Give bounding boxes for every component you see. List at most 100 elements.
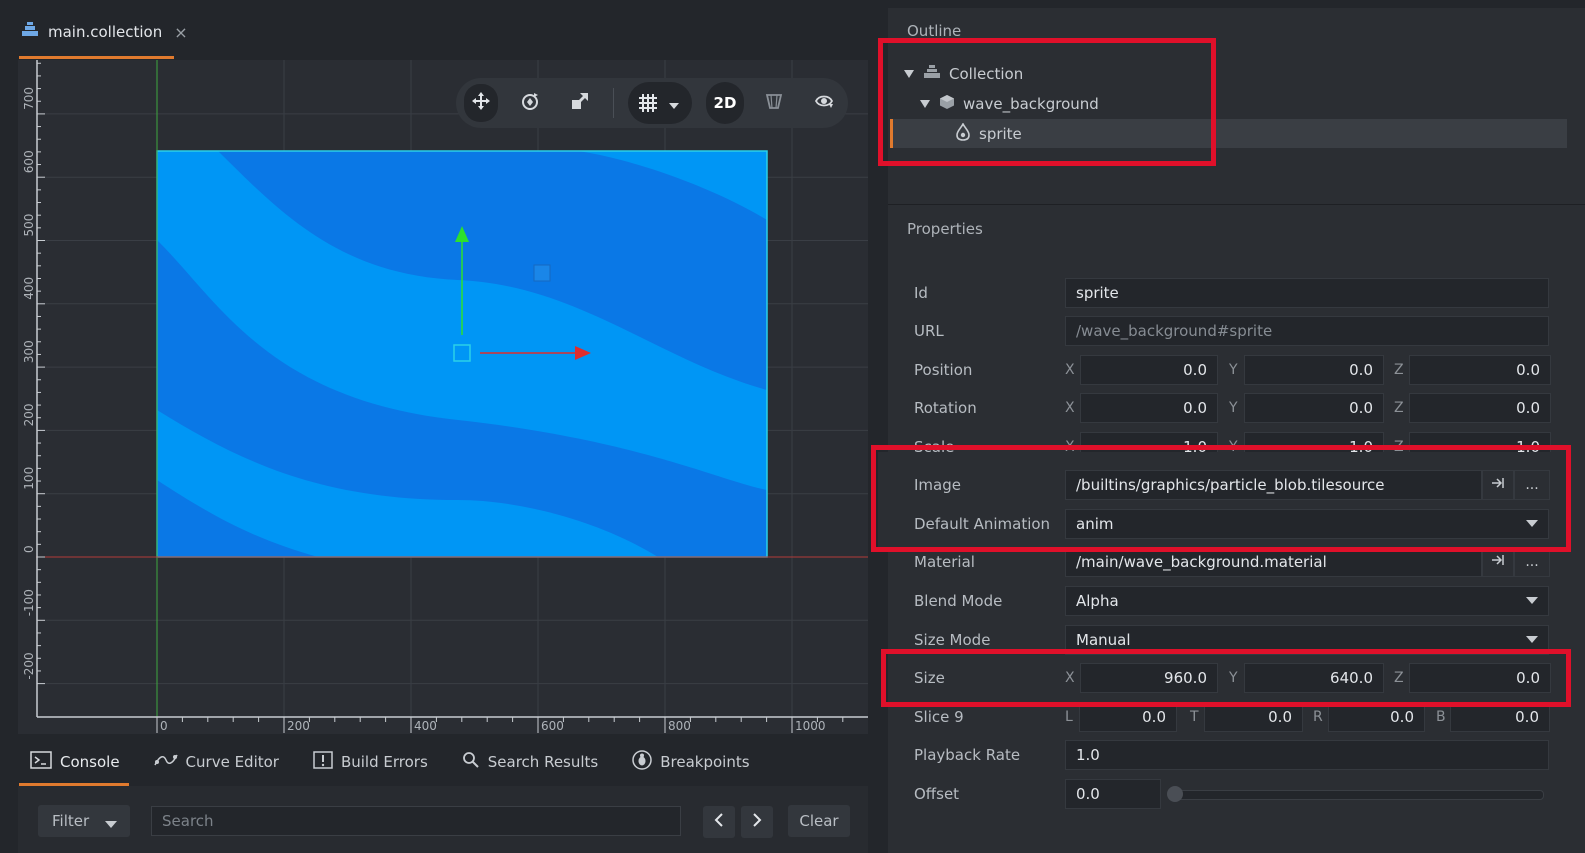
rotation-x-field[interactable]: 0.0 — [1080, 393, 1218, 423]
properties-title: Properties — [907, 220, 983, 238]
console-toolbar: Filter Clear — [18, 786, 868, 853]
rotate-tool-button[interactable] — [514, 88, 546, 118]
tab-build-errors-label: Build Errors — [340, 753, 428, 771]
console-icon — [30, 751, 52, 773]
y-tick-label: 700 — [22, 87, 36, 110]
tab-search-results[interactable]: Search Results — [462, 751, 598, 773]
close-icon[interactable]: × — [174, 23, 187, 42]
image-field[interactable]: /builtins/graphics/particle_blob.tilesou… — [1065, 470, 1482, 500]
offset-field[interactable]: 0.0 — [1065, 779, 1161, 809]
outline-item-sprite[interactable]: sprite — [955, 119, 1022, 149]
x-tick-label: 200 — [287, 719, 310, 733]
position-z-field[interactable]: 0.0 — [1409, 355, 1551, 385]
slice9-right-field[interactable]: 0.0 — [1328, 702, 1425, 732]
blend-mode-select[interactable]: Alpha — [1065, 586, 1549, 616]
camera-perspective-button[interactable] — [758, 88, 790, 118]
outline-item-collection[interactable]: Collection — [903, 59, 1023, 89]
slice9-label: Slice 9 — [914, 708, 964, 726]
outline-item-wave-background[interactable]: wave_background — [919, 89, 1099, 119]
size-mode-label: Size Mode — [914, 631, 991, 649]
open-material-button[interactable] — [1482, 547, 1514, 577]
y-tick-label: 300 — [22, 340, 36, 363]
slice9-left-field[interactable]: 0.0 — [1079, 702, 1177, 732]
move-tool-button[interactable] — [464, 84, 498, 122]
collection-icon — [923, 65, 941, 83]
offset-label: Offset — [914, 785, 960, 803]
expand-arrow-icon — [903, 65, 915, 83]
blend-mode-label: Blend Mode — [914, 592, 1003, 610]
chevron-down-icon[interactable] — [1516, 586, 1548, 616]
game-object-icon — [939, 94, 955, 114]
rotation-z-field[interactable]: 0.0 — [1409, 393, 1551, 423]
eye-refresh-icon — [814, 92, 834, 114]
axis-z-label: Z — [1394, 400, 1404, 416]
active-tab-indicator — [19, 56, 174, 59]
curve-icon — [153, 753, 178, 771]
position-y-field[interactable]: 0.0 — [1244, 355, 1384, 385]
tab-breakpoints-label: Breakpoints — [660, 753, 750, 771]
outline-item-label: wave_background — [963, 95, 1099, 113]
chevron-down-icon[interactable] — [1516, 625, 1548, 655]
material-field[interactable]: /main/wave_background.material — [1065, 547, 1482, 577]
visibility-button[interactable] — [808, 88, 840, 118]
next-result-button[interactable] — [741, 806, 773, 838]
tab-curve-editor[interactable]: Curve Editor — [153, 753, 279, 771]
size-x-field[interactable]: 960.0 — [1080, 663, 1218, 693]
offset-slider-handle[interactable] — [1167, 786, 1183, 802]
plane-handle[interactable] — [533, 264, 551, 282]
offset-slider-track[interactable] — [1170, 790, 1544, 800]
wave-sprite[interactable] — [156, 150, 768, 558]
size-y-field[interactable]: 640.0 — [1244, 663, 1384, 693]
x-tick-label: 800 — [668, 719, 691, 733]
x-tick-label: 600 — [541, 719, 564, 733]
axis-x-label: X — [1065, 362, 1075, 378]
scene-view[interactable]: 700 600 500 400 300 200 100 0 -100 -200 0 200 400 60… — [18, 60, 868, 734]
axis-l-label: L — [1065, 709, 1073, 725]
position-x-field[interactable]: 0.0 — [1080, 355, 1218, 385]
axis-x-label: X — [1065, 670, 1075, 686]
y-tick-label: 600 — [22, 150, 36, 173]
scene-canvas[interactable]: 7006005004003002001000-100-200 0 200 400 60… — [18, 60, 868, 734]
console-search-input[interactable] — [151, 806, 681, 836]
outline-item-label: sprite — [979, 125, 1022, 143]
clear-button[interactable]: Clear — [788, 805, 850, 837]
chevron-left-icon — [714, 813, 724, 831]
filter-dropdown[interactable]: Filter — [38, 805, 130, 837]
outline-title: Outline — [907, 22, 962, 40]
toolbar-separator — [613, 88, 614, 118]
playback-rate-field[interactable]: 1.0 — [1065, 740, 1549, 770]
2d-mode-toggle[interactable]: 2D — [706, 82, 744, 124]
default-animation-select[interactable]: anim — [1065, 509, 1549, 539]
y-tick-label: 0 — [22, 545, 36, 553]
browse-image-button[interactable]: ... — [1514, 470, 1550, 500]
open-image-button[interactable] — [1482, 470, 1514, 500]
panel-divider — [888, 204, 1585, 205]
rotation-y-field[interactable]: 0.0 — [1244, 393, 1384, 423]
y-tick-label: -100 — [22, 589, 36, 616]
tab-main-collection[interactable]: main.collection × — [20, 14, 188, 50]
tab-build-errors[interactable]: Build Errors — [313, 751, 428, 773]
tab-breakpoints[interactable]: Breakpoints — [632, 750, 750, 774]
y-tick-label: 100 — [22, 467, 36, 490]
chevron-down-icon[interactable] — [1516, 509, 1548, 539]
sprite-icon — [955, 122, 971, 145]
tab-label: main.collection — [48, 23, 163, 41]
slice9-bottom-field[interactable]: 0.0 — [1450, 702, 1550, 732]
slice9-top-field[interactable]: 0.0 — [1204, 702, 1303, 732]
browse-material-button[interactable]: ... — [1514, 547, 1550, 577]
x-tick-label: 1000 — [795, 719, 826, 733]
tab-console[interactable]: Console — [30, 751, 120, 773]
search-icon — [462, 751, 480, 773]
size-z-field[interactable]: 0.0 — [1409, 663, 1551, 693]
previous-result-button[interactable] — [703, 806, 735, 838]
id-label: Id — [914, 284, 928, 302]
warning-icon — [313, 751, 333, 773]
url-field: /wave_background#sprite — [1065, 316, 1549, 346]
axis-t-label: T — [1190, 709, 1199, 725]
size-mode-select[interactable]: Manual — [1065, 625, 1549, 655]
grid-settings-button[interactable] — [628, 82, 692, 124]
scale-tool-button[interactable] — [564, 88, 596, 118]
id-field[interactable]: sprite — [1065, 278, 1549, 308]
axis-x-label: X — [1065, 400, 1075, 416]
y-ruler-labels: 700 600 500 400 300 200 100 0 -100 -200 — [22, 62, 45, 685]
